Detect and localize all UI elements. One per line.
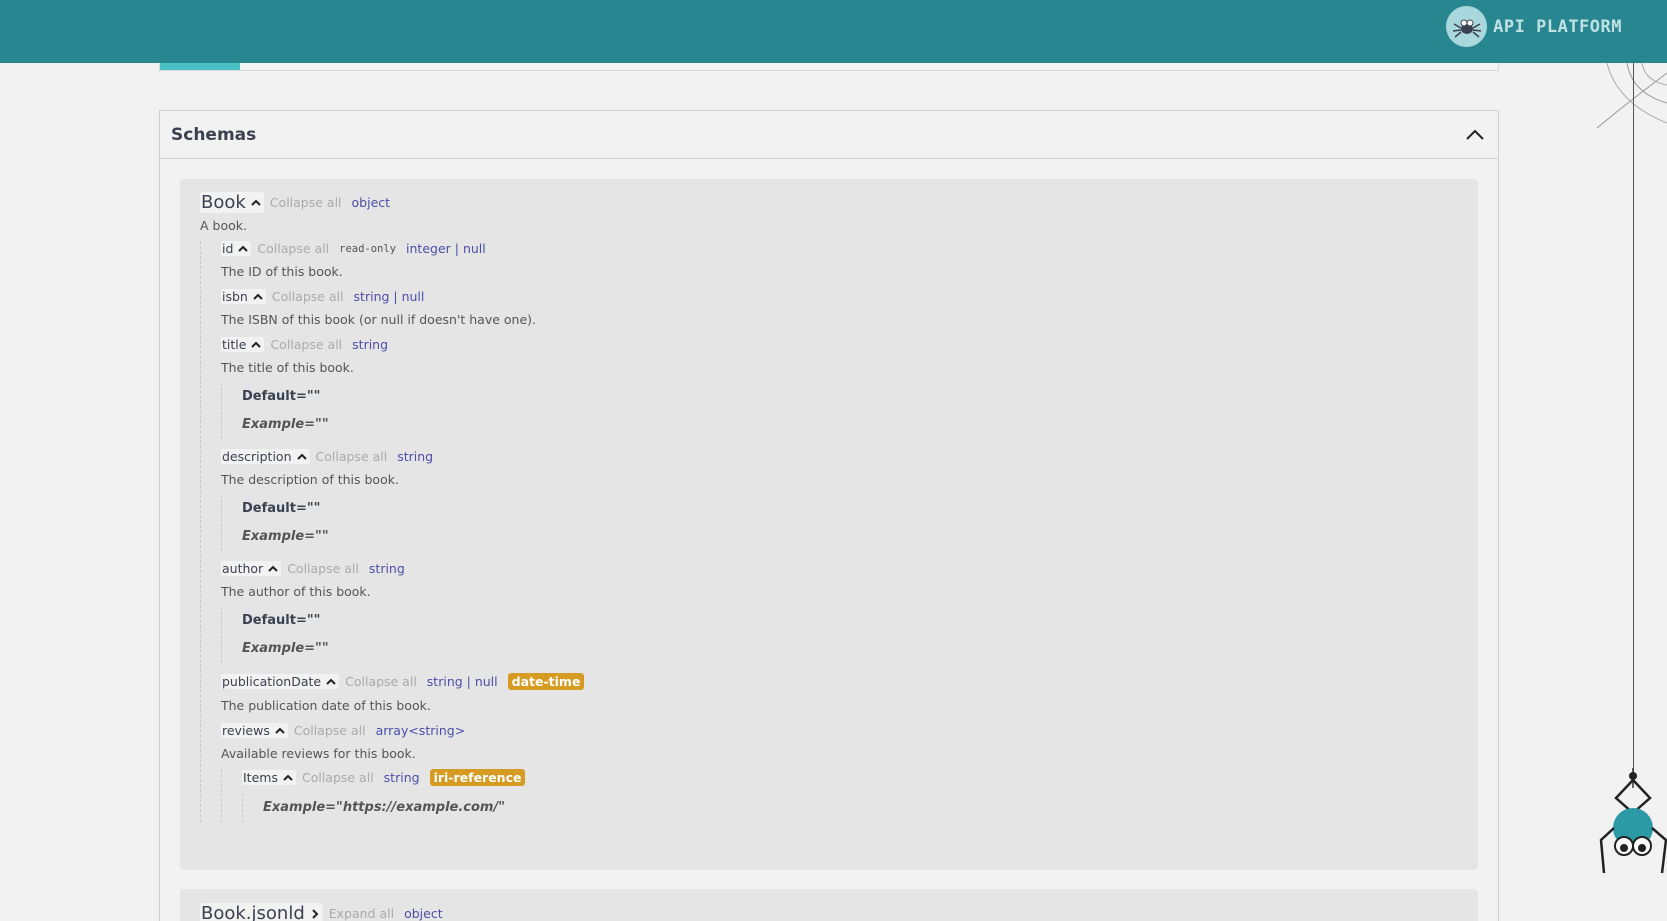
model-type: object — [404, 906, 443, 921]
spider-mascot-icon — [1599, 768, 1667, 874]
model-description: A book. — [200, 218, 247, 233]
property-type: array<string> — [375, 723, 466, 738]
chevron-up-icon — [268, 565, 278, 572]
chevron-up-icon — [251, 199, 261, 206]
collapse-all-button[interactable]: Collapse all — [316, 449, 388, 464]
chevron-up-icon — [326, 678, 336, 685]
property-name: isbn — [222, 289, 248, 304]
active-tab-indicator — [160, 63, 240, 70]
default-value: Default="" — [242, 501, 321, 516]
chevron-up-icon — [283, 774, 293, 781]
collapse-all-button[interactable]: Collapse all — [302, 770, 374, 785]
property-list: id Collapse all read-only integer | null… — [200, 241, 1458, 822]
format-badge: iri-reference — [429, 769, 526, 786]
brand-text: API PLATFORM — [1493, 16, 1622, 37]
default-value: Default="" — [242, 389, 321, 404]
book-jsonld-toggle[interactable]: Book.jsonld — [200, 903, 323, 921]
property-name: title — [222, 337, 247, 352]
property-toggle[interactable]: isbn — [221, 289, 266, 304]
chevron-up-icon — [251, 341, 262, 348]
property-toggle[interactable]: publicationDate — [221, 674, 340, 689]
collapse-all-button[interactable]: Collapse all — [270, 337, 342, 352]
property-type: string | null — [353, 289, 425, 304]
property-toggle[interactable]: reviews — [221, 723, 288, 738]
collapse-all-button[interactable]: Collapse all — [257, 241, 329, 256]
items-name: Items — [243, 770, 278, 785]
model-title: Book — [201, 192, 246, 213]
property-name: description — [222, 449, 292, 464]
items-details: Example="https://example.com/" — [242, 794, 1458, 822]
property-description: The ISBN of this book (or null if doesn'… — [221, 312, 537, 327]
read-only-badge: read-only — [339, 242, 397, 255]
example-value: Example="" — [242, 417, 329, 432]
property-description-field: description Collapse all string The desc… — [221, 449, 1458, 551]
items-toggle[interactable]: Items — [242, 770, 296, 785]
book-model: Book Collapse all object A book. id Coll… — [180, 179, 1478, 870]
spider-logo-icon — [1446, 6, 1488, 47]
property-description: The ID of this book. — [221, 264, 343, 279]
property-name: publicationDate — [222, 674, 322, 689]
example-value: Example="" — [242, 529, 329, 544]
property-name: author — [222, 561, 264, 576]
example-value: Example="https://example.com/" — [263, 800, 505, 815]
chevron-up-icon — [238, 245, 249, 252]
book-model-toggle[interactable]: Book — [200, 192, 264, 213]
property-type: string — [397, 449, 434, 464]
collapse-all-button[interactable]: Collapse all — [345, 674, 417, 689]
items-schema: Items Collapse all string iri-reference … — [221, 769, 1458, 822]
book-jsonld-model: Book.jsonld Expand all object — [180, 889, 1478, 921]
chevron-up-icon — [275, 727, 285, 734]
property-reviews: reviews Collapse all array<string> Avail… — [221, 723, 1458, 822]
property-name: reviews — [222, 723, 270, 738]
property-description: Available reviews for this book. — [221, 746, 416, 761]
spider-web-icon — [1596, 63, 1667, 129]
property-details: Default="" Example="" — [221, 495, 1458, 551]
collapse-schemas-button[interactable] — [1463, 123, 1487, 147]
example-value: Example="" — [242, 641, 329, 656]
collapse-all-button[interactable]: Collapse all — [294, 723, 366, 738]
model-type: object — [351, 195, 391, 210]
property-publication-date: publicationDate Collapse all string | nu… — [221, 673, 1458, 713]
spider-thread — [1633, 63, 1634, 773]
collapse-all-button[interactable]: Collapse all — [272, 289, 344, 304]
items-type: string — [383, 770, 420, 785]
property-id: id Collapse all read-only integer | null… — [221, 241, 1458, 279]
schemas-title: Schemas — [171, 124, 257, 145]
property-description: The title of this book. — [221, 360, 354, 375]
collapse-all-button[interactable]: Collapse all — [270, 195, 342, 210]
property-toggle[interactable]: title — [221, 337, 265, 352]
property-description: The author of this book. — [221, 584, 371, 599]
property-description: The description of this book. — [221, 472, 399, 487]
property-type: string | null — [426, 674, 498, 689]
model-title: Book.jsonld — [201, 903, 305, 921]
expand-all-button[interactable]: Expand all — [329, 906, 394, 921]
collapse-all-button[interactable]: Collapse all — [287, 561, 359, 576]
property-description: The publication date of this book. — [221, 698, 431, 713]
property-name: id — [222, 241, 234, 256]
chevron-up-icon — [1466, 129, 1484, 140]
schemas-header[interactable]: Schemas — [160, 111, 1498, 159]
chevron-right-icon — [312, 908, 319, 919]
property-toggle[interactable]: id — [221, 241, 252, 256]
default-value: Default="" — [242, 613, 321, 628]
schemas-panel: Schemas Book Collapse all object A book.… — [159, 110, 1499, 921]
property-author: author Collapse all string The author of… — [221, 561, 1458, 663]
property-toggle[interactable]: author — [221, 561, 282, 576]
property-details: Default="" Example="" — [221, 383, 1458, 439]
property-title: title Collapse all string The title of t… — [221, 337, 1458, 439]
property-isbn: isbn Collapse all string | null The ISBN… — [221, 289, 1458, 327]
property-type: string — [368, 561, 405, 576]
property-details: Default="" Example="" — [221, 607, 1458, 663]
property-type: integer | null — [406, 241, 486, 256]
format-badge: date-time — [507, 673, 585, 690]
brand[interactable]: API PLATFORM — [1446, 6, 1622, 47]
chevron-up-icon — [253, 293, 263, 300]
property-toggle[interactable]: description — [221, 449, 310, 464]
property-type: string — [352, 337, 389, 352]
tab-strip — [159, 63, 1499, 71]
chevron-up-icon — [296, 453, 307, 460]
top-bar: API PLATFORM — [0, 0, 1667, 63]
